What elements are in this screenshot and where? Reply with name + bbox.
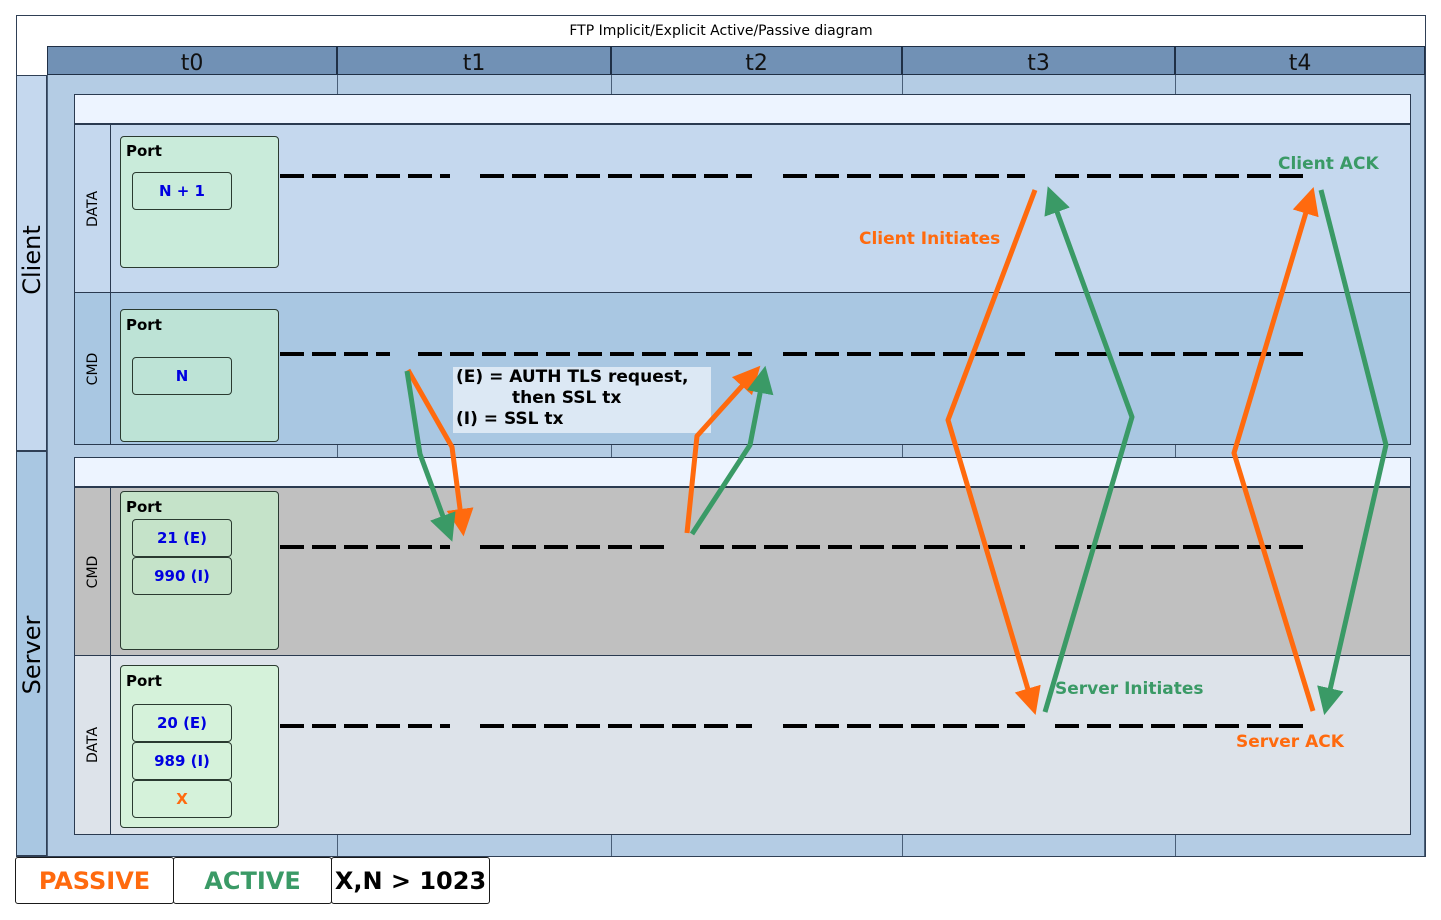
label-client-ack: Client ACK bbox=[1278, 154, 1379, 174]
label-server-ack: Server ACK bbox=[1236, 732, 1345, 752]
label-server-initiates: Server Initiates bbox=[1055, 679, 1204, 699]
label-client-initiates: Client Initiates bbox=[859, 229, 1000, 249]
legend-port-constraint: X,N > 1023 bbox=[331, 857, 490, 904]
legend-passive: PASSIVE bbox=[15, 857, 174, 904]
flow-arrows-layer: Client Initiates Server Initiates Client… bbox=[280, 154, 1389, 752]
active-arrow-client-ack bbox=[1317, 189, 1389, 716]
passive-arrow-client-initiates bbox=[945, 189, 1041, 715]
passive-arrow-server-ack bbox=[1231, 187, 1319, 712]
active-arrow-server-initiates bbox=[1042, 186, 1135, 713]
legend-active: ACTIVE bbox=[173, 857, 332, 904]
active-arrow-cmd-request bbox=[404, 370, 456, 542]
